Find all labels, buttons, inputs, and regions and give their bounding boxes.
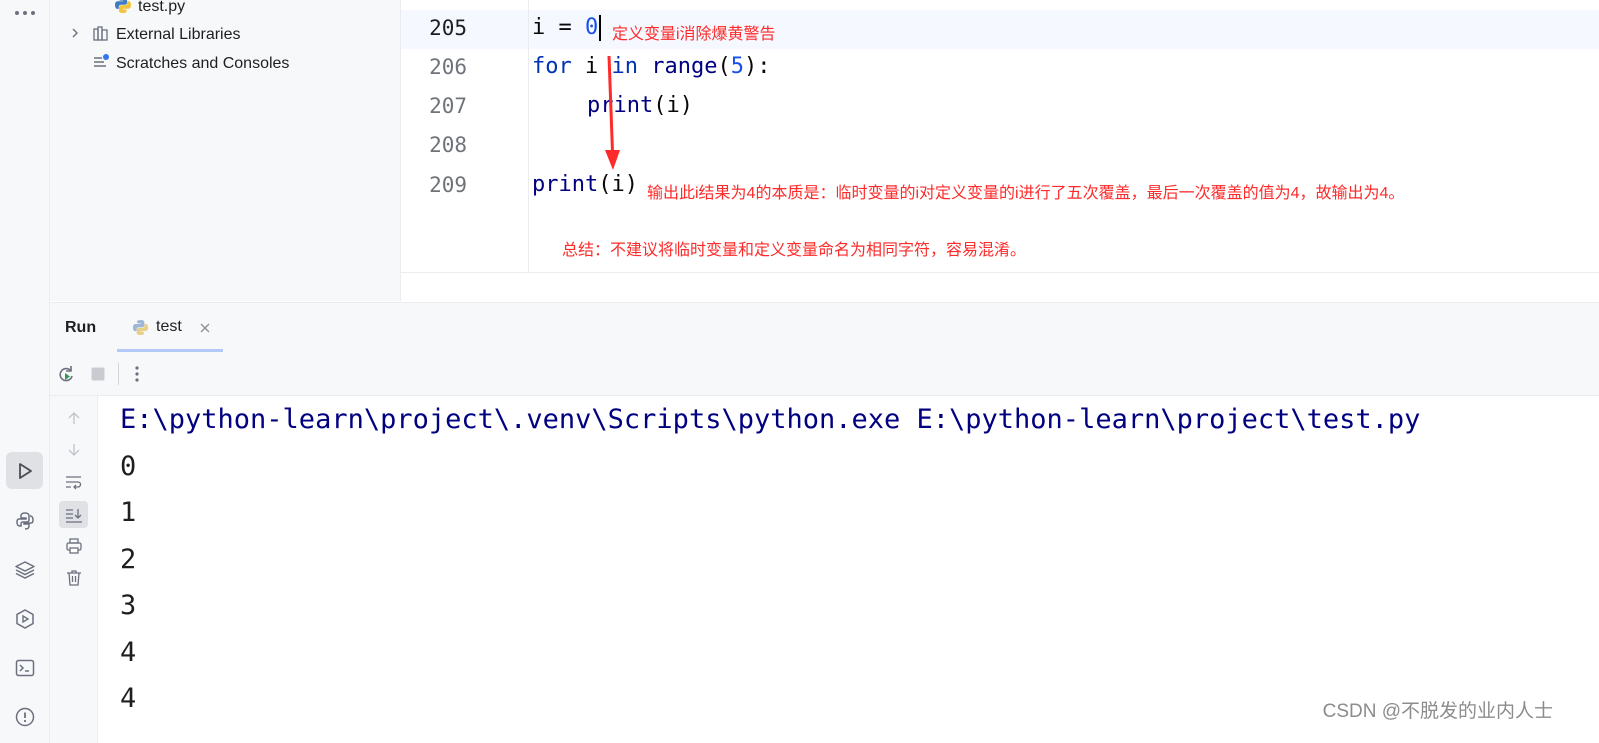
console-side-toolbar [50, 396, 98, 743]
keyword: for [532, 54, 572, 79]
python-file-icon [132, 319, 149, 341]
annotation-note: 输出此i结果为4的本质是：临时变量的i对定义变量的i进行了五次覆盖，最后一次覆盖… [647, 185, 1405, 202]
run-tool-icon[interactable] [6, 452, 43, 489]
tree-item-scratches[interactable]: Scratches and Consoles [92, 52, 289, 76]
print-icon[interactable] [64, 536, 84, 556]
builtin-function: range [638, 54, 718, 79]
python-console-icon[interactable] [6, 502, 43, 539]
run-panel-title: Run [65, 319, 97, 336]
scratches-icon [92, 53, 110, 76]
scroll-to-end-icon[interactable] [59, 501, 88, 528]
run-command-line: E:\python-learn\project\.venv\Scripts\py… [120, 404, 1421, 435]
line-number: 206 [429, 55, 467, 79]
builtin-function: print [532, 172, 599, 197]
annotation-note: 总结：不建议将临时变量和定义变量命名为相同字符，容易混淆。 [562, 242, 1027, 259]
more-icon[interactable] [6, 0, 43, 26]
call-args: (i) [598, 172, 638, 197]
arrow-down-icon[interactable] [64, 440, 84, 460]
line-number: 208 [429, 133, 467, 157]
line-number: 207 [429, 94, 467, 118]
code-line-209[interactable]: print(i) [532, 172, 638, 197]
number-literal: 5 [730, 54, 744, 79]
output-line: 1 [120, 497, 137, 528]
line-gutter: 205 206 207 208 209 [401, 0, 529, 272]
python-packages-icon[interactable] [6, 551, 43, 588]
output-line: 2 [120, 544, 137, 575]
annotation-note: 定义变量i消除爆黄警告 [612, 26, 776, 43]
output-line: 4 [120, 637, 137, 668]
tree-item-label: Scratches and Consoles [116, 55, 290, 72]
rerun-icon[interactable] [56, 364, 76, 389]
problems-icon[interactable] [6, 698, 43, 735]
run-toolbar [50, 353, 1599, 396]
tree-item-label: External Libraries [116, 26, 241, 43]
line-number: 205 [429, 16, 467, 40]
tab-underline [117, 349, 223, 352]
line-number: 209 [429, 173, 467, 197]
editor-bottom-area [401, 272, 1599, 302]
code-editor[interactable]: 205 206 207 208 209 i = 0 for i in range… [401, 0, 1599, 272]
tree-item-test-py[interactable]: test.py [114, 0, 185, 19]
tree-item-label: test.py [138, 0, 186, 15]
trash-icon[interactable] [64, 568, 84, 588]
identifier: i [532, 15, 546, 40]
tool-window-strip [0, 0, 50, 743]
stop-icon[interactable] [90, 366, 106, 387]
tab-label: test [156, 318, 182, 335]
run-panel-header: Run test [50, 302, 1599, 354]
services-icon[interactable] [6, 600, 43, 637]
terminal-icon[interactable] [6, 649, 43, 686]
output-line: 4 [120, 683, 137, 714]
output-line: 3 [120, 590, 137, 621]
toolbar-divider [118, 363, 119, 385]
operator: = [545, 15, 585, 40]
python-file-icon [114, 0, 132, 19]
annotation-arrow-icon [605, 55, 620, 170]
text-caret [599, 15, 602, 41]
project-tree: test.py External Libraries Scratches and… [50, 0, 401, 301]
paren: ): [743, 54, 771, 79]
library-icon [92, 24, 110, 47]
more-vertical-icon[interactable] [134, 364, 140, 389]
close-icon[interactable] [199, 321, 211, 339]
call-args: (i) [653, 93, 693, 118]
arrow-up-icon[interactable] [64, 408, 84, 428]
watermark: CSDN @不脱发的业内人士 [1322, 701, 1553, 722]
soft-wrap-icon[interactable] [64, 472, 84, 492]
output-line: 0 [120, 451, 137, 482]
code-line-205[interactable]: i = 0 [532, 15, 602, 41]
chevron-right-icon[interactable] [68, 26, 82, 45]
tree-item-external-libraries[interactable]: External Libraries [68, 23, 241, 47]
code-line-206[interactable]: for i in range(5): [532, 54, 770, 79]
number-literal: 0 [585, 15, 599, 40]
console-output[interactable]: E:\python-learn\project\.venv\Scripts\py… [98, 396, 1599, 743]
paren: ( [717, 54, 731, 79]
tab-test[interactable]: test [117, 303, 223, 352]
